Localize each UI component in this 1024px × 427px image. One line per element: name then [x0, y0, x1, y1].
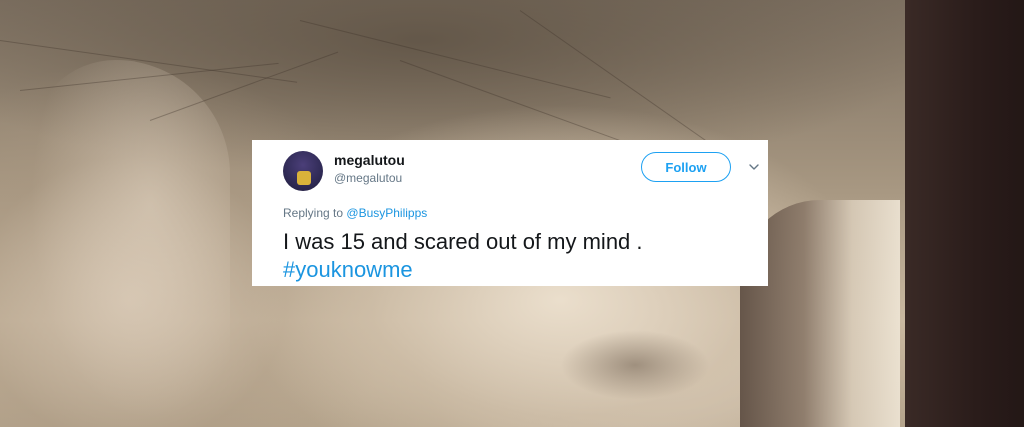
shadow-area [560, 330, 710, 400]
reply-mention-link[interactable]: @BusyPhilipps [346, 206, 427, 220]
hashtag-link[interactable]: #youknowme [283, 256, 753, 284]
hair-strand [299, 20, 611, 99]
hand-area [30, 60, 230, 420]
follow-button[interactable]: Follow [641, 152, 731, 182]
chevron-down-icon[interactable] [748, 162, 760, 172]
hair-strand [519, 10, 734, 161]
dark-edge [905, 0, 1024, 427]
replying-prefix: Replying to [283, 206, 344, 220]
user-handle[interactable]: @megalutou [334, 171, 402, 185]
user-avatar[interactable] [283, 151, 323, 191]
replying-to: Replying to @BusyPhilipps [283, 206, 427, 220]
tweet-text: I was 15 and scared out of my mind . #yo… [283, 228, 753, 284]
tweet-body: I was 15 and scared out of my mind . [283, 229, 643, 254]
display-name[interactable]: megalutou [334, 152, 405, 168]
tweet-card[interactable]: megalutou @megalutou Follow Replying to … [252, 140, 768, 286]
